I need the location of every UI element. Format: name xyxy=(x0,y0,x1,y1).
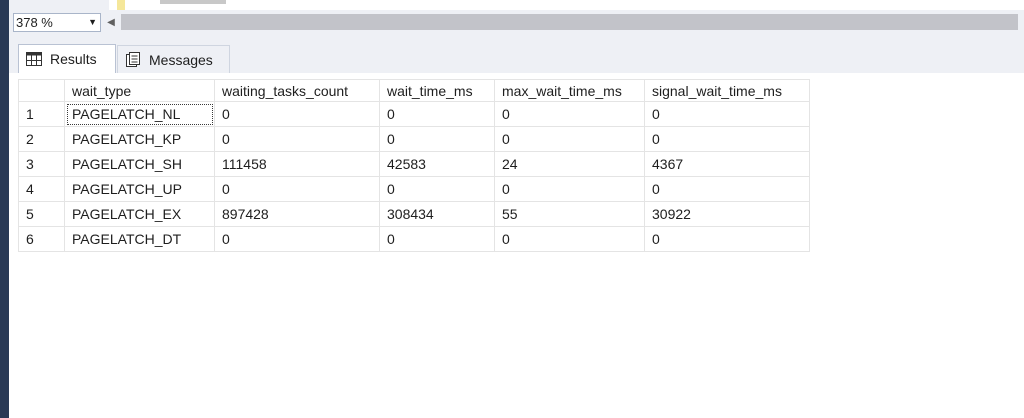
grid-cell[interactable]: PAGELATCH_KP xyxy=(64,126,215,152)
column-header[interactable]: wait_time_ms xyxy=(379,79,495,102)
query-editor-edge xyxy=(109,0,1024,10)
grid-cell[interactable]: PAGELATCH_DT xyxy=(64,226,215,252)
row-number[interactable]: 2 xyxy=(18,126,65,152)
editor-change-marker xyxy=(117,0,125,10)
messages-icon xyxy=(126,52,140,67)
table-row[interactable]: 1 PAGELATCH_NL 0 0 0 0 xyxy=(18,101,810,127)
row-number[interactable]: 1 xyxy=(18,101,65,127)
column-header[interactable]: max_wait_time_ms xyxy=(494,79,645,102)
grid-cell[interactable]: 24 xyxy=(494,151,645,177)
grid-corner[interactable] xyxy=(18,79,65,102)
grid-cell[interactable]: 0 xyxy=(644,226,810,252)
grid-cell[interactable]: 0 xyxy=(379,101,495,127)
editor-line-fragment xyxy=(160,0,226,4)
grid-cell[interactable]: 0 xyxy=(494,226,645,252)
grid-cell[interactable]: PAGELATCH_SH xyxy=(64,151,215,177)
grid-cell[interactable]: 0 xyxy=(644,101,810,127)
results-grid: wait_type waiting_tasks_count wait_time_… xyxy=(18,79,810,252)
row-number[interactable]: 5 xyxy=(18,201,65,227)
tab-results[interactable]: Results xyxy=(18,44,116,73)
grid-cell[interactable]: 4367 xyxy=(644,151,810,177)
grid-cell[interactable]: 55 xyxy=(494,201,645,227)
table-row[interactable]: 2 PAGELATCH_KP 0 0 0 0 xyxy=(18,126,810,152)
left-window-edge xyxy=(0,0,9,418)
grid-cell[interactable]: 42583 xyxy=(379,151,495,177)
grid-cell[interactable]: PAGELATCH_UP xyxy=(64,176,215,202)
grid-cell[interactable]: 0 xyxy=(494,101,645,127)
row-number[interactable]: 4 xyxy=(18,176,65,202)
grid-cell[interactable]: 0 xyxy=(214,101,380,127)
table-row[interactable]: 4 PAGELATCH_UP 0 0 0 0 xyxy=(18,176,810,202)
grid-cell[interactable]: 111458 xyxy=(214,151,380,177)
grid-cell[interactable]: 0 xyxy=(214,176,380,202)
grid-cell[interactable]: 0 xyxy=(214,226,380,252)
chevron-down-icon: ▼ xyxy=(88,17,97,27)
zoom-value: 378 % xyxy=(16,15,53,30)
row-number[interactable]: 6 xyxy=(18,226,65,252)
grid-cell[interactable]: PAGELATCH_EX xyxy=(64,201,215,227)
horizontal-scrollbar[interactable] xyxy=(121,14,1018,30)
table-row[interactable]: 6 PAGELATCH_DT 0 0 0 0 xyxy=(18,226,810,252)
grid-cell[interactable]: 0 xyxy=(379,226,495,252)
grid-cell[interactable]: 0 xyxy=(494,176,645,202)
grid-cell[interactable]: 897428 xyxy=(214,201,380,227)
column-header[interactable]: wait_type xyxy=(64,79,215,102)
grid-cell[interactable]: PAGELATCH_NL xyxy=(64,101,215,127)
grid-cell[interactable]: 0 xyxy=(644,126,810,152)
grid-cell[interactable]: 0 xyxy=(494,126,645,152)
grid-icon xyxy=(26,52,42,66)
table-row[interactable]: 3 PAGELATCH_SH 111458 42583 24 4367 xyxy=(18,151,810,177)
zoom-dropdown[interactable]: 378 % ▼ xyxy=(13,13,101,32)
tab-messages[interactable]: Messages xyxy=(117,45,230,74)
column-header[interactable]: signal_wait_time_ms xyxy=(644,79,810,102)
grid-cell[interactable]: 0 xyxy=(644,176,810,202)
grid-cell[interactable]: 30922 xyxy=(644,201,810,227)
grid-cell[interactable]: 308434 xyxy=(379,201,495,227)
grid-cell[interactable]: 0 xyxy=(379,176,495,202)
grid-cell[interactable]: 0 xyxy=(379,126,495,152)
scroll-left-arrow-icon[interactable]: ◀ xyxy=(106,13,116,32)
grid-cell[interactable]: 0 xyxy=(214,126,380,152)
grid-header-row: wait_type waiting_tasks_count wait_time_… xyxy=(18,79,810,102)
tab-results-label: Results xyxy=(50,51,97,67)
tab-messages-label: Messages xyxy=(149,52,213,68)
row-number[interactable]: 3 xyxy=(18,151,65,177)
column-header[interactable]: waiting_tasks_count xyxy=(214,79,380,102)
table-row[interactable]: 5 PAGELATCH_EX 897428 308434 55 30922 xyxy=(18,201,810,227)
